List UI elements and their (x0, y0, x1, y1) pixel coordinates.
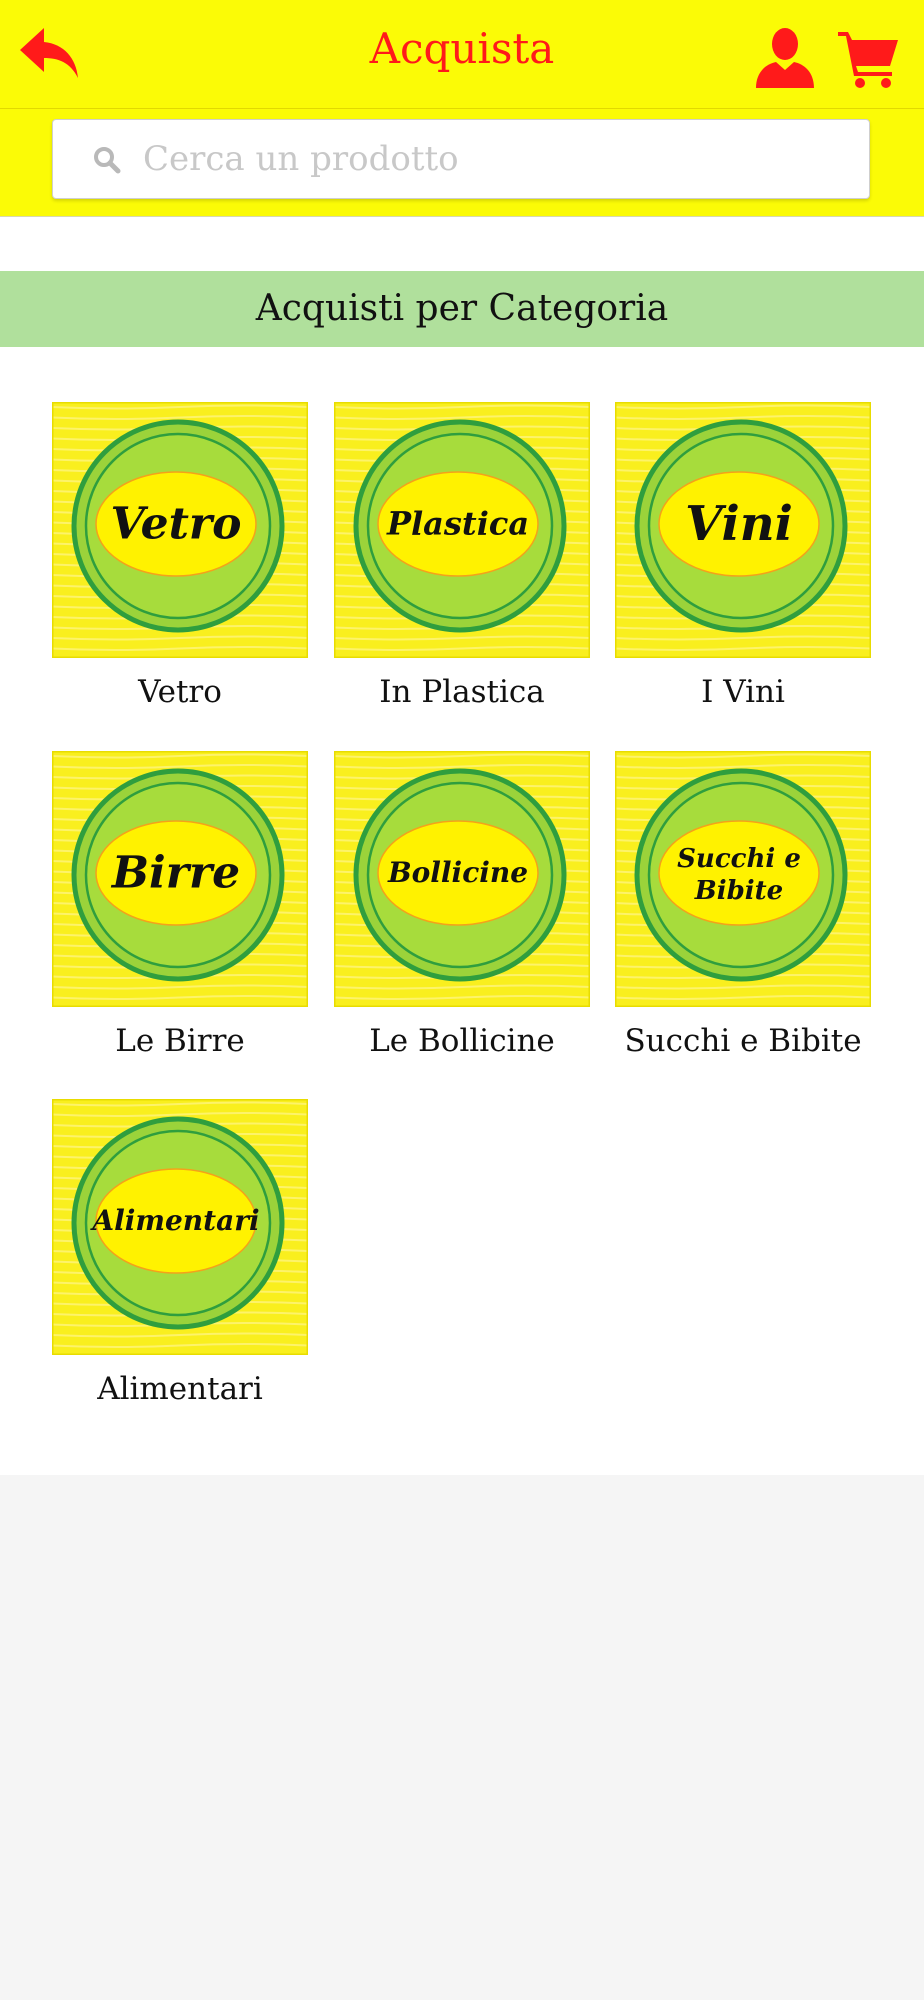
category-label: Le Bollicine (369, 1023, 555, 1059)
category-image: Alimentari (52, 1099, 308, 1355)
category-label: Alimentari (97, 1371, 263, 1407)
category-image: Bollicine (334, 751, 590, 1007)
category-image: Vetro (52, 402, 308, 658)
category-image: Succhi eBibite (615, 751, 871, 1007)
category-badge-text: Bollicine (387, 856, 528, 889)
category-tile[interactable]: Vini I Vini (615, 402, 871, 710)
category-label: I Vini (701, 674, 785, 710)
category-label: Vetro (138, 674, 222, 710)
category-badge-text: Birre (110, 848, 240, 899)
cart-icon (838, 32, 898, 88)
page: Acquista Acquisti per Categoria (0, 0, 924, 2000)
category-tile[interactable]: Birre Le Birre (52, 751, 308, 1059)
category-tile[interactable]: Bollicine Le Bollicine (334, 751, 590, 1059)
category-badge-text: Vini (685, 496, 793, 552)
category-tile[interactable]: Alimentari Alimentari (52, 1099, 308, 1407)
category-badge-text: Alimentari (89, 1204, 259, 1237)
section-title: Acquisti per Categoria (0, 271, 924, 347)
category-badge-text: Plastica (386, 505, 529, 543)
user-account-button[interactable] (752, 26, 818, 90)
category-image: Vini (615, 402, 871, 658)
search-input[interactable] (133, 132, 853, 186)
category-label: In Plastica (379, 674, 545, 710)
user-icon (756, 28, 814, 88)
category-badge-text: Bibite (694, 876, 783, 906)
cart-button[interactable] (836, 26, 902, 90)
search-icon (94, 147, 121, 174)
category-tile[interactable]: Plastica In Plastica (334, 402, 590, 710)
category-tile[interactable]: Vetro Vetro (52, 402, 308, 710)
category-badge-text: Vetro (111, 499, 242, 550)
category-image: Birre (52, 751, 308, 1007)
category-label: Succhi e Bibite (624, 1023, 862, 1059)
category-badge-text: Succhi e (677, 844, 801, 874)
category-tile[interactable]: Succhi e Bibite Succhi e Bibite (615, 751, 871, 1059)
category-label: Le Birre (115, 1023, 245, 1059)
app-header: Acquista (0, 0, 924, 109)
search-box[interactable] (52, 119, 870, 199)
search-bar-area (0, 109, 924, 217)
category-image: Plastica (334, 402, 590, 658)
main-content: Acquisti per Categoria Vetro Vetro Plastic… (0, 217, 924, 1475)
